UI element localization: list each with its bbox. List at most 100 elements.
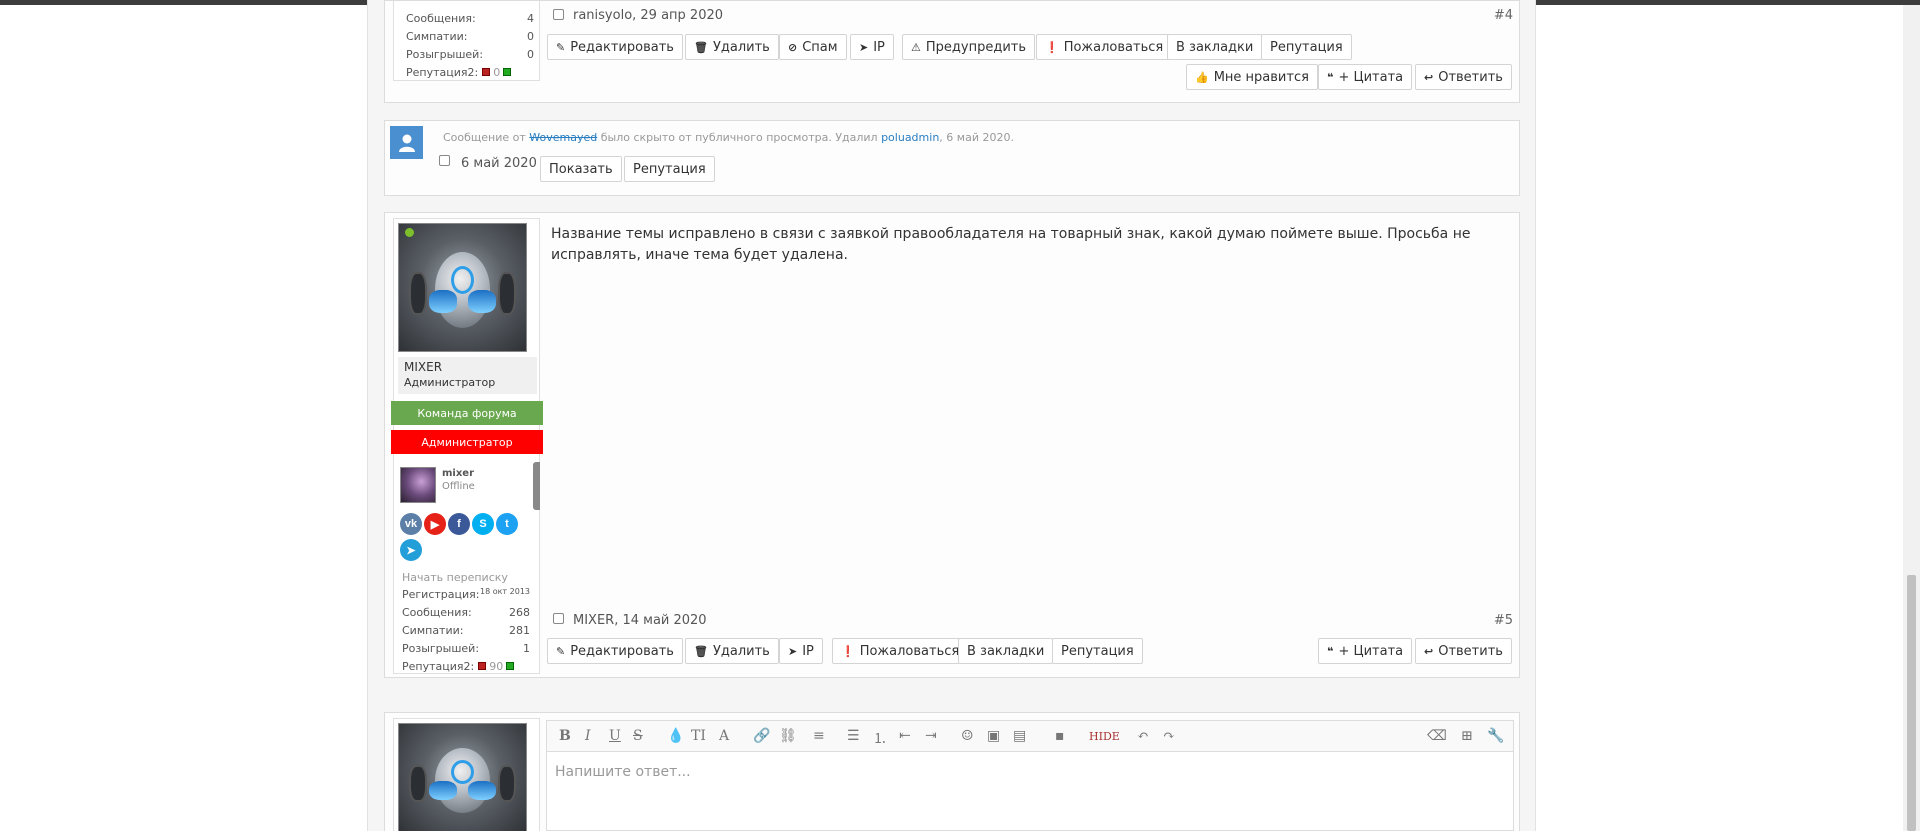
stat-row: Сообщения: 4 [406, 11, 534, 25]
warning-icon: ⚠ [911, 40, 921, 54]
bookmark-button[interactable]: В закладки [1167, 34, 1263, 60]
post-meta[interactable]: ranisyolo, 29 апр 2020 [573, 8, 723, 23]
delete-button[interactable]: 🗑 Удалить [685, 34, 779, 60]
scrollbar-thumb[interactable] [1907, 575, 1916, 831]
font-family-icon[interactable]: A [719, 728, 729, 744]
edit-button[interactable]: ✎ Редактировать [547, 638, 683, 664]
user-title: Администратор [404, 376, 496, 389]
hidden-author-link[interactable]: Wovemayed [529, 131, 597, 144]
location-arrow-icon: ➤ [788, 644, 798, 658]
reply-button[interactable]: ↩ Ответить [1415, 64, 1512, 90]
warn-button[interactable]: ⚠ Предупредить [902, 34, 1036, 60]
username[interactable]: MIXER [404, 360, 442, 374]
select-post-checkbox[interactable] [553, 9, 564, 20]
indent-icon[interactable]: ⇥ [925, 728, 937, 744]
user-avatar[interactable] [398, 223, 527, 352]
undo-icon[interactable]: ↶ [1137, 728, 1149, 744]
facebook-icon[interactable]: f [448, 513, 470, 535]
post-meta[interactable]: MIXER, 14 май 2020 [573, 613, 707, 628]
bookmark-button[interactable]: В закладки [958, 638, 1054, 664]
quote-button[interactable]: ❝ + Цитата [1318, 64, 1413, 90]
report-button[interactable]: ❗ Пожаловаться [832, 638, 969, 664]
reply-placeholder: Напишите ответ... [555, 764, 691, 780]
save-draft-icon[interactable]: ▪ [1055, 728, 1065, 744]
editor-toolbar: B I U S 💧 TI A 🔗 ⛓ ≡ ☰ ⒈ ⇤ ⇥ ☺ ▣ ▤ ▪ HID… [546, 720, 1514, 752]
bold-icon[interactable]: B [559, 728, 571, 744]
skype-icon[interactable]: S [472, 513, 494, 535]
numbered-list-icon[interactable]: ⒈ [873, 728, 887, 748]
post-5-user-stats: Регистрация: 18 окт 2013 Сообщения: 268 Си… [402, 585, 530, 675]
spam-button[interactable]: ⊘ Спам [779, 34, 847, 60]
outdent-icon[interactable]: ⇤ [899, 728, 911, 744]
quote-button[interactable]: ❝ + Цитата [1318, 638, 1413, 664]
rep-plus-icon[interactable] [503, 68, 512, 76]
reputation-button[interactable]: Репутация [1261, 34, 1352, 60]
rep-plus-icon[interactable] [506, 662, 515, 670]
hidden-post: Сообщение от Wovemayed было скрыто от пу… [384, 120, 1520, 196]
image-icon[interactable]: ▣ [987, 728, 1000, 744]
select-post-checkbox[interactable] [439, 155, 450, 166]
default-avatar[interactable] [390, 126, 423, 159]
link-icon[interactable]: 🔗 [753, 728, 770, 744]
like-button[interactable]: 👍 Мне нравится [1186, 64, 1318, 90]
stat-row: Розыгрышей: 0 [406, 47, 534, 61]
underline-icon[interactable]: U [609, 728, 621, 744]
trash-icon: 🗑 [694, 644, 708, 658]
expand-icon[interactable]: ⊞ [1461, 728, 1473, 744]
admin-banner: Администратор [391, 430, 543, 454]
vk-icon[interactable]: vk [400, 513, 422, 535]
start-conversation-link[interactable]: Начать переписку [402, 571, 508, 584]
ip-button[interactable]: ➤ IP [779, 638, 823, 664]
wrench-icon[interactable]: 🔧 [1487, 728, 1504, 744]
moderator-link[interactable]: poluadmin [881, 131, 939, 144]
redo-icon[interactable]: ↷ [1163, 728, 1175, 744]
color-drop-icon[interactable]: 💧 [667, 728, 684, 744]
show-post-button[interactable]: Показать [540, 156, 622, 182]
post-4: Сообщения: 4 Симпатии: 0 Розыгрышей: 0 Репу… [384, 0, 1520, 103]
mini-avatar[interactable] [400, 467, 436, 503]
mini-username[interactable]: mixer [442, 468, 474, 479]
pencil-icon: ✎ [556, 644, 566, 658]
mini-status: Offline [442, 481, 475, 492]
align-icon[interactable]: ≡ [813, 728, 825, 744]
post-4-user-panel: Сообщения: 4 Симпатии: 0 Розыгрышей: 0 Репу… [393, 1, 540, 81]
user-avatar[interactable] [398, 723, 527, 831]
post-number[interactable]: #5 [1494, 613, 1513, 628]
strikethrough-icon[interactable]: S [633, 728, 643, 744]
exclamation-circle-icon: ❗ [841, 644, 855, 658]
registration-row: Регистрация: 18 окт 2013 [402, 587, 530, 601]
hide-tag-button[interactable]: HIDE [1089, 730, 1120, 743]
eraser-icon[interactable]: ⌫ [1427, 728, 1447, 744]
post-5: MIXER Администратор Команда форума Админ… [384, 212, 1520, 678]
youtube-icon[interactable]: ▶ [424, 513, 446, 535]
bullet-list-icon[interactable]: ☰ [847, 728, 860, 744]
telegram-icon[interactable]: ➤ [400, 539, 422, 561]
reply-button[interactable]: ↩ Ответить [1415, 638, 1512, 664]
media-icon[interactable]: ▤ [1013, 728, 1026, 744]
post-number[interactable]: #4 [1494, 8, 1513, 23]
reputation-button[interactable]: Репутация [624, 156, 715, 182]
reply-editor[interactable]: Напишите ответ... [546, 752, 1514, 831]
rep-minus-icon[interactable] [482, 68, 491, 76]
panel-tab-handle[interactable] [533, 462, 540, 510]
ip-button[interactable]: ➤ IP [850, 34, 894, 60]
edit-button[interactable]: ✎ Редактировать [547, 34, 683, 60]
unlink-icon[interactable]: ⛓ [779, 728, 797, 744]
reputation-button[interactable]: Репутация [1052, 638, 1143, 664]
stat-row: Симпатии: 0 [406, 29, 534, 43]
post-4-user-stats: Сообщения: 4 Симпатии: 0 Розыгрышей: 0 Репу… [406, 9, 534, 81]
quote-icon: ❝ [1327, 70, 1334, 84]
select-post-checkbox[interactable] [553, 613, 564, 624]
page-scrollbar[interactable] [1903, 5, 1920, 831]
quick-reply-user-panel [393, 718, 540, 831]
report-button[interactable]: ❗ Пожаловаться [1036, 34, 1173, 60]
twitter-icon[interactable]: t [496, 513, 518, 535]
pencil-icon: ✎ [556, 40, 566, 54]
font-size-icon[interactable]: TI [691, 728, 706, 744]
italic-icon[interactable]: I [585, 728, 591, 744]
rep-minus-icon[interactable] [478, 662, 487, 670]
hidden-post-date[interactable]: 6 май 2020 [461, 156, 537, 171]
smiley-icon[interactable]: ☺ [961, 728, 974, 744]
delete-button[interactable]: 🗑 Удалить [685, 638, 779, 664]
username-block: MIXER Администратор [398, 357, 537, 394]
